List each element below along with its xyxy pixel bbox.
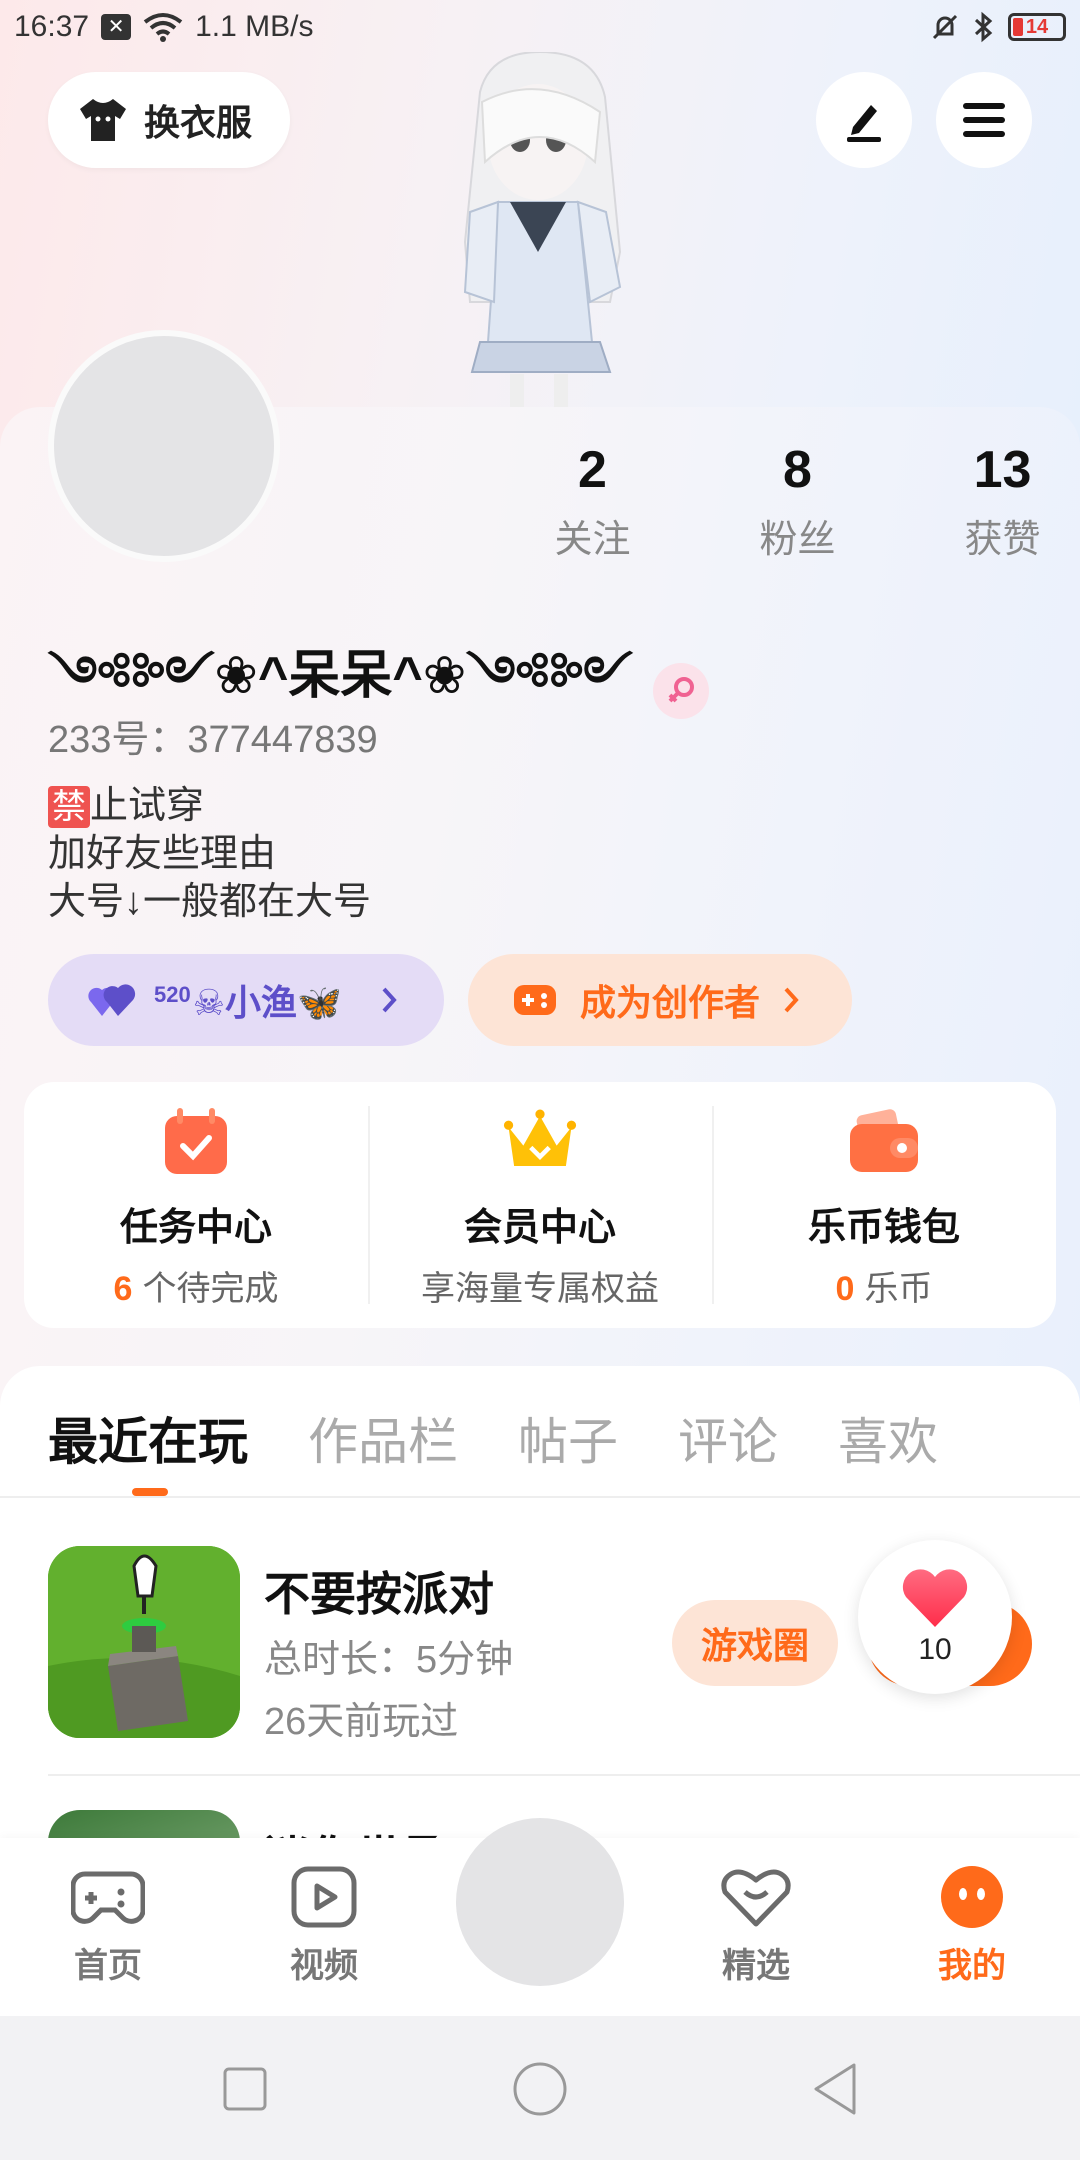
tab-recent[interactable]: 最近在玩 — [48, 1402, 248, 1474]
menu-button[interactable] — [936, 72, 1032, 168]
nav-featured[interactable]: 精选 — [686, 1864, 826, 1987]
fish-label: ☠小渔🦋 — [192, 982, 342, 1023]
member-sub: 享海量专属权益 — [421, 1270, 659, 1308]
nav-label: 视频 — [290, 1947, 358, 1985]
female-icon — [652, 663, 709, 719]
followers-count: 8 — [783, 441, 812, 499]
stat-likes[interactable]: 13 获赞 — [900, 440, 1080, 563]
likes-label: 获赞 — [964, 519, 1041, 561]
stat-followers[interactable]: 8 粉丝 — [695, 440, 900, 563]
tab-posts[interactable]: 帖子 — [518, 1402, 618, 1474]
fish-sup: 520 — [154, 982, 191, 1007]
status-time: 16:37 — [14, 10, 90, 43]
bluetooth-icon — [974, 11, 993, 43]
nav-label: 我的 — [938, 1947, 1006, 1985]
double-heart-icon — [88, 984, 136, 1016]
nav-video[interactable]: 视频 — [254, 1864, 394, 1987]
nav-home[interactable]: 首页 — [38, 1864, 178, 1987]
member-center[interactable]: 会员中心 享海量专属权益 — [368, 1082, 712, 1328]
following-count: 2 — [578, 441, 607, 499]
game-icon[interactable] — [48, 1546, 240, 1738]
tab-comments[interactable]: 评论 — [678, 1402, 778, 1474]
square-icon — [223, 2067, 267, 2111]
face-icon — [934, 1864, 1010, 1930]
coin-count: 0 — [835, 1270, 855, 1308]
change-clothes-label: 换衣服 — [144, 102, 253, 143]
wallet-sub: 乐币 — [864, 1270, 933, 1308]
floating-heart-button[interactable]: 10 — [858, 1540, 1012, 1694]
following-label: 关注 — [554, 519, 631, 561]
calendar-check-icon — [159, 1104, 233, 1178]
hamburger-icon — [963, 103, 1005, 137]
crown-icon — [503, 1104, 577, 1178]
tab-works[interactable]: 作品栏 — [308, 1402, 458, 1474]
tshirt-icon — [80, 99, 126, 141]
ban-char: 禁 — [48, 786, 90, 828]
game-last-played: 26天前玩过 — [264, 1701, 459, 1743]
task-count: 6 — [113, 1270, 133, 1308]
stat-following[interactable]: 2 关注 — [490, 440, 695, 563]
bio-line-1: 止试穿 — [90, 785, 205, 827]
play-icon — [286, 1864, 362, 1930]
member-center-title: 会员中心 — [463, 1207, 616, 1249]
tab-indicator — [132, 1488, 168, 1496]
task-sub: 个待完成 — [142, 1270, 279, 1308]
heart-chat-icon — [718, 1864, 794, 1930]
network-speed: 1.1 MB/s — [195, 10, 314, 43]
bio: 禁止试穿 加好友些理由 大号↓一般都在大号 — [48, 782, 371, 926]
bio-line-3: 大号↓一般都在大号 — [48, 881, 372, 923]
change-clothes-button[interactable]: 换衣服 — [48, 72, 290, 168]
bell-muted-icon — [932, 14, 958, 40]
avatar-character-figure[interactable] — [410, 52, 670, 407]
center-avatar-button[interactable] — [456, 1818, 624, 1986]
gamepad-badge-icon — [514, 985, 556, 1015]
wallet-icon — [847, 1104, 921, 1178]
nav-mine[interactable]: 我的 — [902, 1864, 1042, 1987]
pen-icon — [847, 105, 881, 142]
tab-likes[interactable]: 喜欢 — [838, 1402, 938, 1474]
divider — [48, 1774, 1080, 1776]
recent-apps-button[interactable] — [210, 2054, 280, 2124]
triangle-back-icon — [814, 2063, 856, 2115]
chevron-right-icon — [382, 987, 397, 1013]
wifi-icon — [143, 13, 183, 42]
nav-label: 首页 — [74, 1947, 142, 1985]
profile-stats: 2 关注 8 粉丝 13 获赞 — [490, 440, 1080, 563]
couple-pill[interactable]: 520☠小渔🦋 — [48, 954, 444, 1046]
task-center[interactable]: 任务中心 6 个待完成 — [24, 1082, 368, 1328]
back-button[interactable] — [800, 2054, 870, 2124]
notification-x-icon: ✕ — [101, 14, 132, 40]
gamepad-icon — [70, 1864, 146, 1930]
system-nav-bar — [0, 2016, 1080, 2160]
nav-label: 精选 — [722, 1947, 790, 1985]
heart-count: 10 — [918, 1633, 952, 1666]
game-circle-button[interactable]: 游戏圈 — [672, 1600, 838, 1686]
user-id: 233号：377447839 — [48, 719, 378, 761]
wallet[interactable]: 乐币钱包 0 乐币 — [712, 1082, 1056, 1328]
features-card: 任务中心 6 个待完成 会员中心 享海量专属权益 乐币钱包 0 乐币 — [24, 1082, 1056, 1328]
game-duration: 总时长：5分钟 — [264, 1639, 514, 1681]
become-creator-button[interactable]: 成为创作者 — [468, 954, 852, 1046]
edit-button[interactable] — [816, 72, 912, 168]
avatar[interactable] — [48, 330, 280, 562]
creator-label: 成为创作者 — [580, 982, 761, 1023]
task-center-title: 任务中心 — [119, 1207, 272, 1249]
likes-count: 13 — [973, 441, 1032, 499]
chevron-right-icon — [784, 987, 799, 1013]
content-tabs: 最近在玩 作品栏 帖子 评论 喜欢 — [48, 1402, 938, 1474]
home-button[interactable] — [505, 2054, 575, 2124]
divider — [0, 1496, 1080, 1498]
status-bar: 16:37 ✕ 1.1 MB/s 14 — [0, 0, 1080, 54]
heart-icon — [902, 1569, 968, 1627]
bio-line-2: 加好友些理由 — [48, 833, 277, 875]
circle-icon — [513, 2062, 567, 2116]
followers-label: 粉丝 — [759, 519, 836, 561]
battery-level: 14 — [1025, 15, 1049, 38]
battery-icon: 14 — [1008, 13, 1066, 41]
game-name: 不要按派对 — [264, 1568, 494, 1620]
wallet-title: 乐币钱包 — [807, 1207, 960, 1249]
